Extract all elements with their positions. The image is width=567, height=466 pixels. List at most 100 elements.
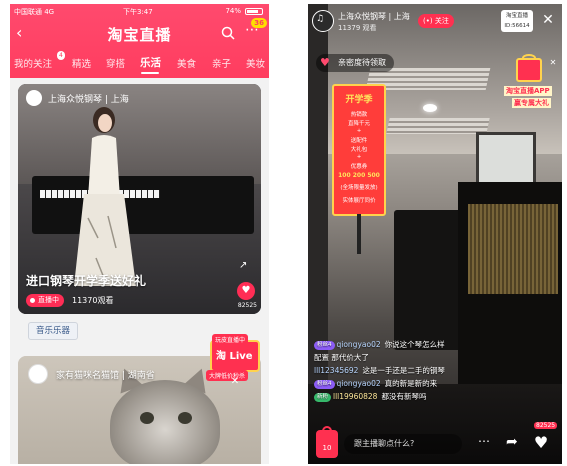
- chat-username[interactable]: lll19960828: [333, 392, 377, 401]
- anchor-name: 上海众悦钢琴 | 上海: [338, 12, 410, 21]
- tab-lifestyle[interactable]: 乐活: [140, 55, 161, 70]
- like-count: 82525: [534, 422, 558, 429]
- tab-following[interactable]: 我的关注: [14, 56, 52, 70]
- notice-text: 亲密度待领取: [338, 58, 386, 67]
- bag-item-count: 10: [322, 444, 332, 452]
- live-card-piano[interactable]: 上海众悦钢琴 | 上海 进口钢琴开学季送好礼 直播中 11370观看 ↗ ♥ 8…: [18, 84, 261, 314]
- fan-level-badge: 新粉: [314, 393, 332, 402]
- active-tab-indicator: [141, 72, 159, 74]
- battery-percent: 74%: [225, 7, 241, 15]
- chat-text: 配置 那代价大了: [314, 353, 369, 362]
- poster-line: +: [356, 154, 362, 160]
- chat-text: 你说这个琴怎么样: [384, 340, 445, 349]
- title-bar: ‹ 淘宝直播 ⋯ 36: [10, 18, 269, 48]
- chat-list: 粉丝4 qiongyao02 你说这个琴怎么样 配置 那代价大了 lll123456…: [314, 338, 494, 403]
- chat-text: 这是一手还是二手的钢琴: [362, 366, 445, 375]
- chat-username[interactable]: qiongyao02: [337, 340, 381, 349]
- close-icon[interactable]: ✕: [229, 376, 241, 388]
- promo-top-text: 玩皮直播中: [212, 334, 249, 345]
- avatar: [28, 364, 48, 384]
- viewer-count: 11370观看: [72, 296, 114, 305]
- poster-title: 开学季: [345, 95, 373, 105]
- close-icon[interactable]: ✕: [540, 12, 556, 28]
- tab-food[interactable]: 美食: [177, 56, 196, 70]
- poster-line: (全场限量发放): [340, 185, 378, 191]
- poster-line: 实体展厅同价: [342, 198, 376, 204]
- app-gift-promo[interactable]: 淘宝直播APP 赢专属大礼 ✕: [502, 54, 558, 116]
- follow-button[interactable]: (•) 关注: [418, 14, 454, 28]
- carrier-label: 中国联通 4G: [14, 8, 55, 16]
- store-name: 上海众悦钢琴 | 上海: [48, 95, 129, 105]
- app-header: 中国联通 4G 下午3:47 74% ‹ 淘宝直播 ⋯ 36 4 我的关注 精选…: [10, 4, 269, 78]
- heart-icon[interactable]: ♥: [530, 432, 552, 454]
- cat-eye-right: [178, 412, 192, 424]
- floating-promo[interactable]: 玩皮直播中 淘 Live 大牌低价秒杀: [206, 334, 266, 381]
- cover-pianist: [74, 107, 136, 286]
- chat-message: lll12345692 这是一手还是二手的钢琴: [314, 364, 494, 377]
- chat-text: 都没有新琴吗: [381, 392, 427, 401]
- tab-beauty[interactable]: 美妆: [246, 56, 265, 70]
- chat-message: 粉丝4 qiongyao02 真的新是新的来: [314, 377, 494, 390]
- chat-message: 粉丝4 qiongyao02 你说这个琴怎么样: [314, 338, 494, 351]
- tab-outfit[interactable]: 穿搭: [106, 56, 125, 70]
- promo-line-1: 淘宝直播APP: [504, 86, 552, 96]
- store-name: 家有猫咪名猫馆 | 湖南省: [56, 371, 155, 381]
- chat-message: 配置 那代价大了: [314, 351, 494, 364]
- more-menu-icon[interactable]: ⋯: [478, 434, 490, 448]
- live-room-header: ♫ 上海众悦钢琴 | 上海 11379 观看 (•) 关注 淘宝直播 ID:56…: [308, 4, 562, 44]
- fan-level-badge: 粉丝4: [314, 341, 335, 350]
- notification-badge: 36: [251, 18, 267, 28]
- shopping-bag-icon: [322, 426, 332, 432]
- category-tabs: 我的关注 精选 穿搭 乐活 美食 亲子 美妆: [10, 54, 269, 76]
- poster-line: 送配件: [350, 138, 368, 144]
- promo-line-2: 赢专属大礼: [512, 98, 551, 108]
- cover-piano: [32, 176, 254, 234]
- fan-level-badge: 粉丝4: [314, 380, 335, 389]
- promo-logo-text: 淘 Live: [216, 351, 253, 362]
- close-icon[interactable]: ✕: [548, 58, 558, 68]
- taobao-live-id-badge: 淘宝直播 ID:56614: [501, 10, 533, 32]
- tab-featured[interactable]: 精选: [72, 56, 91, 70]
- promo-bottom-text: 大牌低价秒杀: [206, 370, 249, 381]
- chat-text: 真的新是新的来: [384, 379, 438, 388]
- battery-icon: [245, 8, 263, 15]
- heart-icon: ♥: [320, 56, 330, 69]
- screenshot-root: 中国联通 4G 下午3:47 74% ‹ 淘宝直播 ⋯ 36 4 我的关注 精选…: [0, 0, 567, 466]
- category-tag[interactable]: 音乐乐器: [28, 322, 79, 340]
- search-icon[interactable]: [221, 26, 235, 40]
- viewer-count: 11379 观看: [338, 24, 377, 32]
- tab-kids[interactable]: 亲子: [212, 56, 231, 70]
- chat-username[interactable]: qiongyao02: [337, 379, 381, 388]
- cat-eye-left: [140, 412, 154, 424]
- badge-line-2: ID:56614: [504, 23, 530, 29]
- video-piano-1: [394, 210, 468, 350]
- live-title: 进口钢琴开学季送好礼: [26, 274, 147, 288]
- status-bar: 中国联通 4G 下午3:47 74%: [10, 4, 269, 18]
- heart-icon[interactable]: ♥: [237, 282, 255, 300]
- chat-message: 新粉 lll19960828 都没有新琴吗: [314, 390, 494, 403]
- clock: 下午3:47: [123, 8, 153, 16]
- badge-line-1: 淘宝直播: [505, 13, 528, 19]
- chat-username[interactable]: lll12345692: [314, 366, 358, 375]
- live-room-screen: ♫ 上海众悦钢琴 | 上海 11379 观看 (•) 关注 淘宝直播 ID:56…: [308, 4, 562, 464]
- video-light: [423, 104, 437, 112]
- poster-line: 直降千元: [347, 121, 370, 127]
- shopping-bag-button[interactable]: 10: [316, 426, 338, 458]
- poster-stand: [357, 214, 361, 254]
- poster-line: 大礼包: [350, 147, 368, 153]
- video-piano-strings: [468, 204, 558, 294]
- like-count: 82525: [237, 302, 257, 309]
- gift-icon: [516, 58, 542, 82]
- chat-input[interactable]: 跟主播聊点什么?: [344, 434, 462, 454]
- poster-line: +: [356, 128, 362, 134]
- video-vent-2: [386, 118, 490, 134]
- poster-line: 优惠券: [350, 164, 368, 170]
- poster-line: 热销款: [350, 112, 368, 118]
- intimacy-notice[interactable]: ♥ 亲密度待领取: [316, 54, 394, 72]
- live-room-toolbar: 10 跟主播聊点什么? ⋯ ➦ 82525 ♥: [308, 422, 562, 464]
- share-icon[interactable]: ➦: [506, 434, 522, 450]
- poster-coupon-values: 100 200 500: [338, 172, 380, 179]
- live-status-badge: 直播中: [26, 294, 64, 307]
- share-icon[interactable]: ↗: [239, 260, 251, 272]
- piano-logo-icon: ♫: [316, 14, 325, 24]
